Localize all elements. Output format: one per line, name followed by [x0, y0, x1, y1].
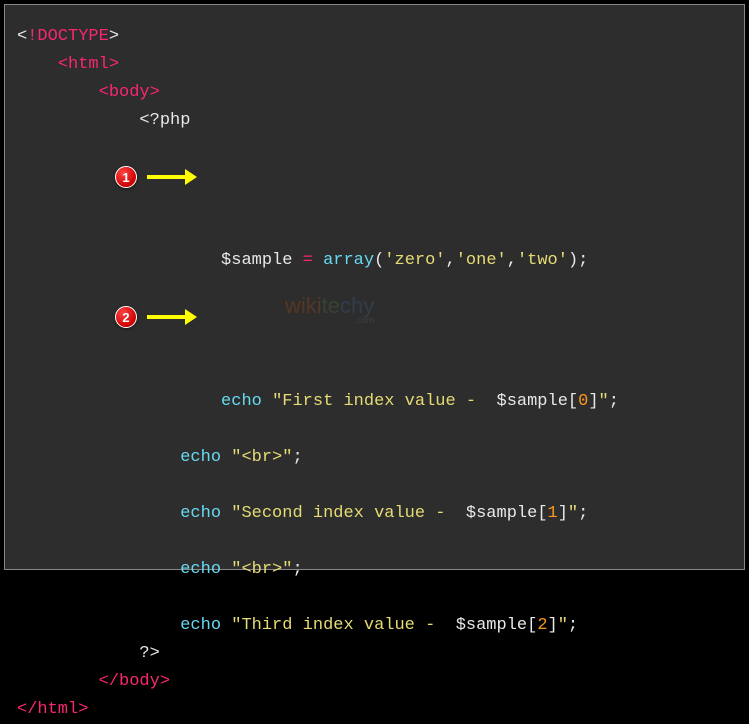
- string-literal: "Third index value -: [231, 616, 455, 635]
- space: [221, 616, 231, 635]
- space: [221, 504, 231, 523]
- semicolon: ;: [578, 251, 588, 270]
- index-number: 1: [548, 504, 558, 523]
- keyword-echo: echo: [221, 392, 262, 411]
- arrow-icon: [147, 315, 187, 319]
- php-open: <?php: [139, 111, 190, 130]
- angle-open: <: [17, 27, 27, 46]
- code-line: echo "Third index value - $sample[2]";: [17, 612, 732, 640]
- semicolon: ;: [568, 616, 578, 635]
- comma: ,: [507, 251, 517, 270]
- code-line: <?php: [17, 107, 732, 135]
- code-line: [17, 135, 732, 163]
- code-line: [17, 472, 732, 500]
- string-close: ": [568, 504, 578, 523]
- space: [262, 392, 272, 411]
- variable: $sample: [221, 251, 292, 270]
- bracket-close: ]: [588, 392, 598, 411]
- index-number: 2: [537, 616, 547, 635]
- bracket-open: [: [568, 392, 578, 411]
- string-literal: 'one': [456, 251, 507, 270]
- paren-open: (: [374, 251, 384, 270]
- code-line: ?>: [17, 640, 732, 668]
- semicolon: ;: [609, 392, 619, 411]
- code-line: [17, 275, 732, 303]
- doctype-bang: !: [27, 27, 37, 46]
- semicolon: ;: [578, 504, 588, 523]
- angle-close: >: [109, 27, 119, 46]
- keyword-echo: echo: [180, 560, 221, 579]
- annotation-badge-2: 2: [115, 306, 137, 328]
- code-line-annotated: 2 echo "First index value - $sample[0]";: [17, 303, 732, 415]
- string-literal: "First index value -: [272, 392, 496, 411]
- string-literal: "Second index value -: [231, 504, 466, 523]
- variable-interp: $sample: [497, 392, 568, 411]
- variable-interp: $sample: [466, 504, 537, 523]
- comma: ,: [446, 251, 456, 270]
- string-close: ": [558, 616, 568, 635]
- string-literal: 'two': [517, 251, 568, 270]
- string-literal: "<br>": [231, 448, 292, 467]
- function-array: array: [323, 251, 374, 270]
- semicolon: ;: [292, 448, 302, 467]
- code-line: </body>: [17, 668, 732, 696]
- doctype-name: DOCTYPE: [37, 27, 108, 46]
- index-number: 0: [578, 392, 588, 411]
- code-line: <!DOCTYPE>: [17, 23, 732, 51]
- code-line: echo "<br>";: [17, 556, 732, 584]
- string-literal: "<br>": [231, 560, 292, 579]
- body-open-tag: <body>: [99, 83, 160, 102]
- variable-interp: $sample: [456, 616, 527, 635]
- bracket-open: [: [527, 616, 537, 635]
- semicolon: ;: [292, 560, 302, 579]
- keyword-echo: echo: [180, 616, 221, 635]
- string-close: ": [599, 392, 609, 411]
- code-line: <body>: [17, 79, 732, 107]
- code-line: </html>: [17, 696, 732, 724]
- bracket-close: ]: [558, 504, 568, 523]
- html-close-tag: </html>: [17, 700, 88, 719]
- bracket-close: ]: [548, 616, 558, 635]
- operator-equals: =: [292, 251, 323, 270]
- paren-close: ): [568, 251, 578, 270]
- annotation-badge-1: 1: [115, 166, 137, 188]
- code-line: [17, 584, 732, 612]
- keyword-echo: echo: [180, 448, 221, 467]
- body-close-tag: </body>: [99, 672, 170, 691]
- arrow-icon: [147, 175, 187, 179]
- code-line: [17, 416, 732, 444]
- code-line: echo "Second index value - $sample[1]";: [17, 500, 732, 528]
- code-line-annotated: 1 $sample = array('zero','one','two');: [17, 163, 732, 275]
- html-open-tag: <html>: [58, 55, 119, 74]
- code-editor: wikitechy .com <!DOCTYPE> <html> <body> …: [4, 4, 745, 570]
- space: [221, 448, 231, 467]
- code-line: echo "<br>";: [17, 444, 732, 472]
- string-literal: 'zero': [384, 251, 445, 270]
- code-line: <html>: [17, 51, 732, 79]
- keyword-echo: echo: [180, 504, 221, 523]
- space: [221, 560, 231, 579]
- bracket-open: [: [537, 504, 547, 523]
- php-close: ?>: [139, 644, 159, 663]
- code-line: [17, 528, 732, 556]
